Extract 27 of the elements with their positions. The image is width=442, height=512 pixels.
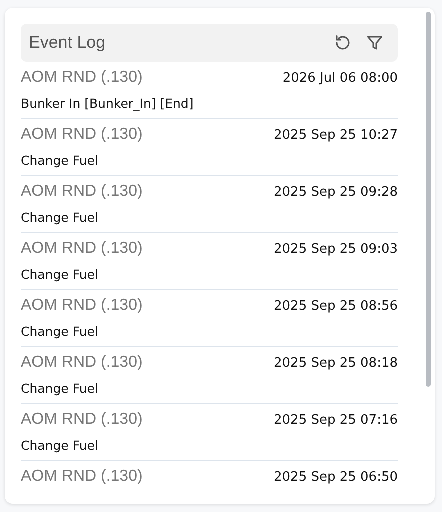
- event-description: Change Fuel: [21, 380, 100, 398]
- filter-icon[interactable]: [366, 34, 384, 52]
- event-description: Change Fuel: [21, 209, 100, 227]
- event-source: AOM RND (.130): [21, 240, 143, 258]
- event-time: 2025 Sep 25 10:27: [274, 128, 398, 142]
- event-source: AOM RND (.130): [21, 354, 143, 372]
- event-source: AOM RND (.130): [21, 297, 143, 315]
- event-time: 2025 Sep 25 08:56: [274, 298, 398, 314]
- event-source: AOM RND (.130): [21, 183, 143, 201]
- scrollbar[interactable]: [426, 12, 431, 387]
- event-time: 2025 Sep 25 07:16: [274, 412, 398, 428]
- refresh-icon[interactable]: [334, 34, 352, 52]
- event-time: 2025 Sep 25 08:18: [274, 356, 398, 370]
- event-time: 2025 Sep 25 09:03: [274, 242, 398, 256]
- event-time: 2026 Jul 06 08:00: [282, 70, 398, 86]
- event-description: Bunker In [Bunker_In] [End]: [21, 95, 195, 113]
- event-description: Change Fuel: [21, 152, 100, 170]
- event-description: Change Fuel: [21, 437, 100, 455]
- event-description: Change Fuel: [21, 323, 100, 341]
- event-time: 2025 Sep 25 09:28: [274, 184, 398, 200]
- event-source: AOM RND (.130): [21, 468, 143, 486]
- event-time: 2025 Sep 25 06:50: [274, 470, 398, 484]
- event-source: AOM RND (.130): [21, 411, 143, 429]
- event-description: Change Fuel: [21, 266, 100, 284]
- panel-title: Event Log: [29, 33, 107, 53]
- event-source: AOM RND (.130): [21, 69, 143, 87]
- event-source: AOM RND (.130): [21, 126, 143, 144]
